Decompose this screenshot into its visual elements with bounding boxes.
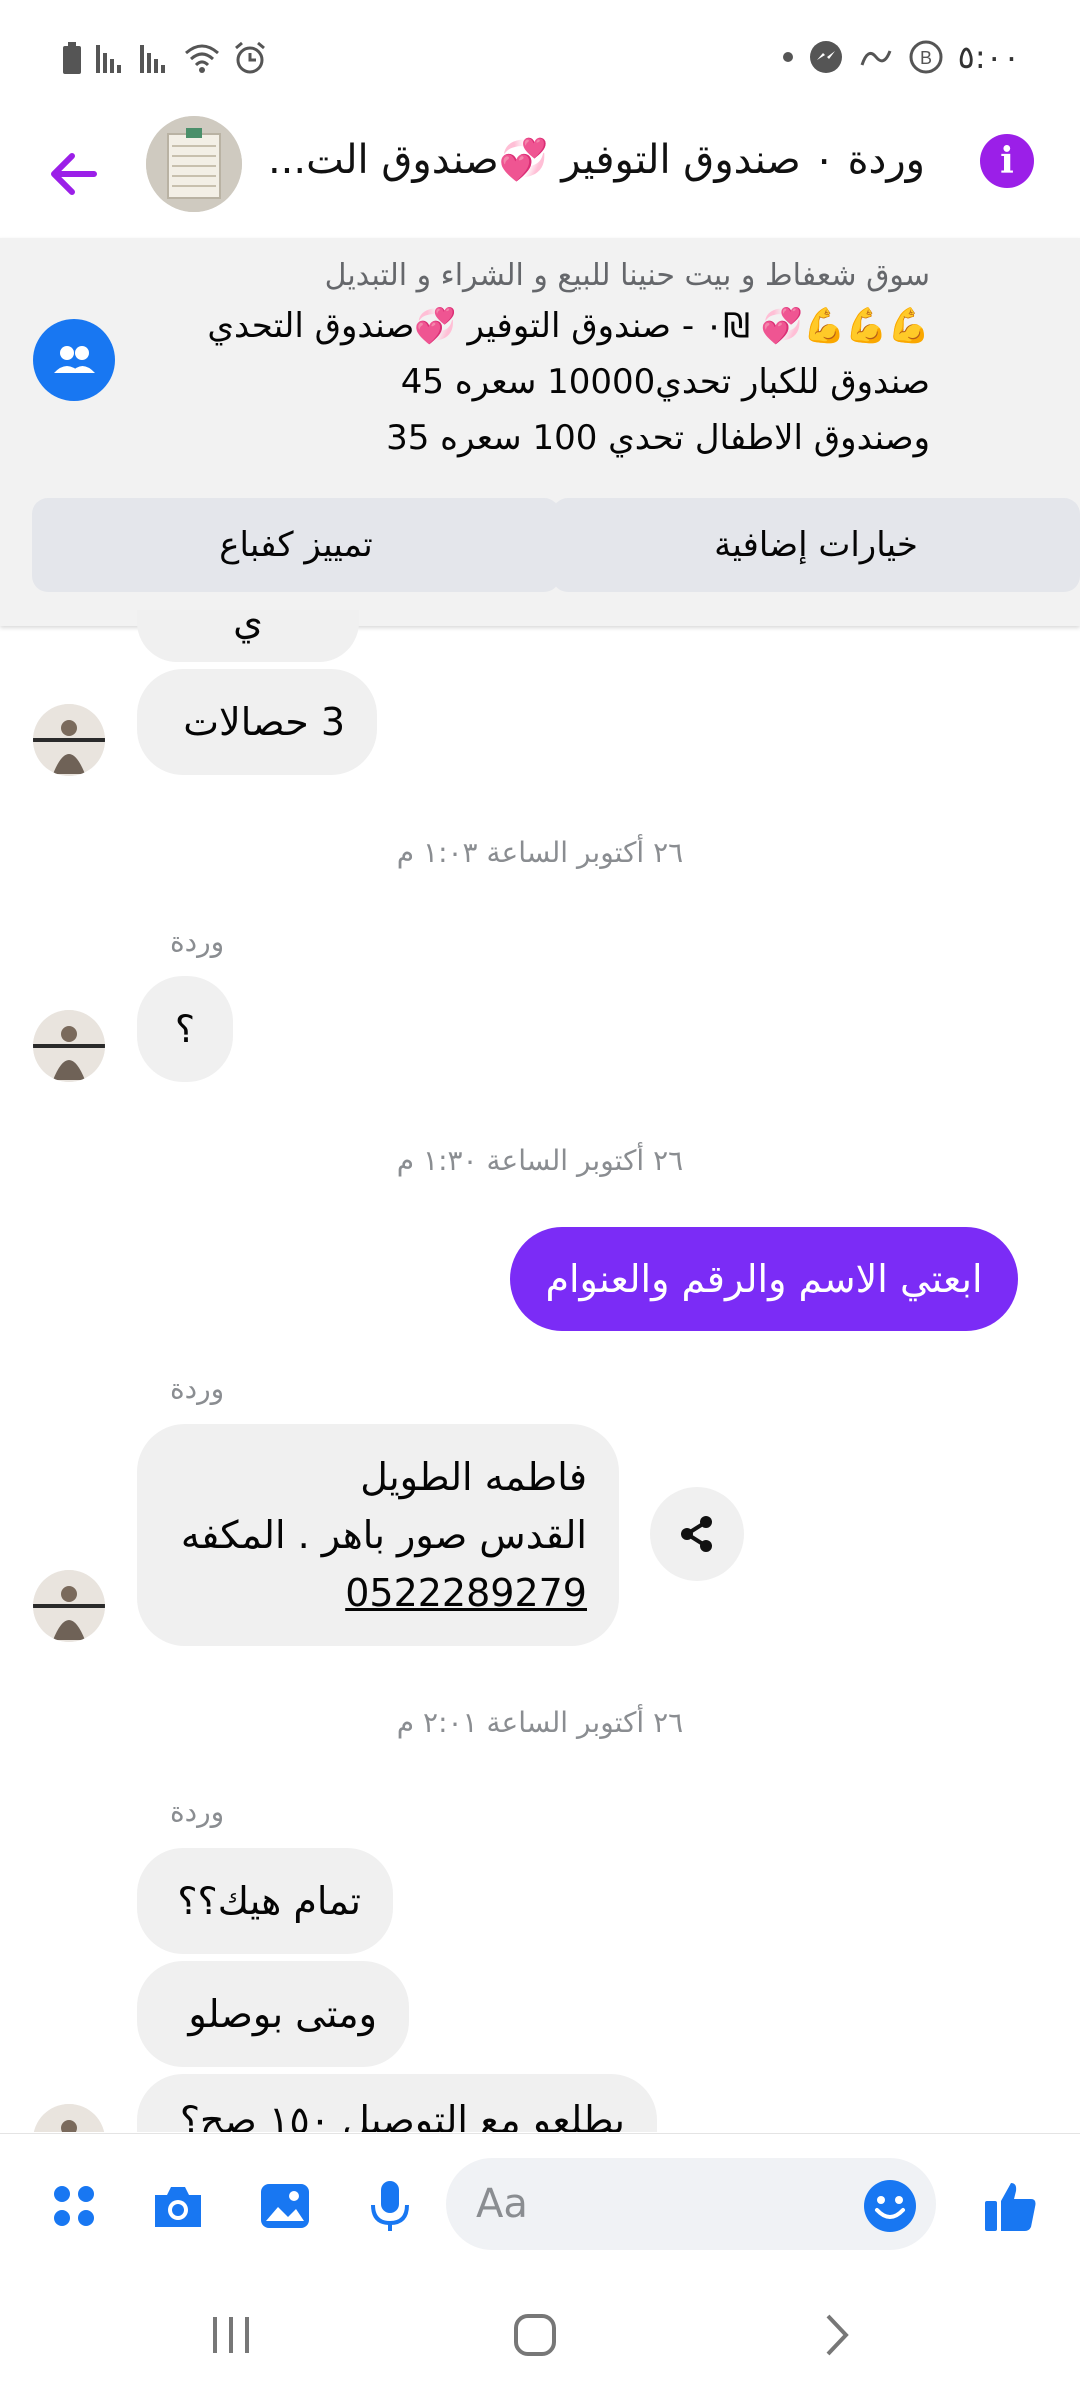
group-description-line2: وصندوق الاطفال تحدي 100 سعره 35 bbox=[386, 418, 930, 458]
whatsapp-business-icon: B bbox=[909, 40, 943, 74]
mark-sold-button[interactable]: تمييز كفباع bbox=[32, 498, 560, 592]
message-text: فاطمه الطويل bbox=[360, 1455, 587, 1499]
svg-text:B: B bbox=[920, 48, 932, 68]
status-bar: B ٥:٠٠ bbox=[0, 0, 1080, 120]
image-icon bbox=[261, 2184, 309, 2228]
share-button[interactable] bbox=[650, 1487, 744, 1581]
more-options-button[interactable]: خيارات إضافية bbox=[552, 498, 1080, 592]
like-button[interactable] bbox=[980, 2176, 1040, 2236]
message-text: ؟ bbox=[174, 1007, 196, 1051]
user-photo-icon bbox=[33, 1010, 105, 1082]
message-bubble[interactable]: بطلعو مع التوصيل ١٥٠ صح؟ bbox=[137, 2074, 657, 2132]
chevron-right-icon bbox=[826, 2314, 849, 2356]
sender-name: وردة bbox=[170, 1372, 225, 1405]
message-text: القدس صور باهر . المكفه bbox=[180, 1513, 587, 1557]
back-button[interactable] bbox=[40, 140, 108, 208]
microphone-icon bbox=[371, 2181, 409, 2231]
recent-apps-button[interactable] bbox=[196, 2305, 266, 2365]
my-message-bubble[interactable]: ابعتي الاسم والرقم والعنوام bbox=[510, 1227, 1018, 1331]
timestamp: ٢٦ أكتوبر الساعة ١:٠٣ م bbox=[396, 836, 684, 869]
group-subtitle: سوق شعفاط و بيت حنينا للبيع و الشراء و ا… bbox=[324, 258, 930, 293]
user-photo-icon bbox=[33, 704, 105, 776]
sender-name: وردة bbox=[170, 925, 225, 958]
signal-icon bbox=[96, 45, 121, 73]
message-text: بطلعو مع التوصيل ١٥٠ صح؟ bbox=[179, 2098, 625, 2132]
info-button[interactable]: i bbox=[980, 134, 1034, 188]
message-text: تمام هيك؟؟ bbox=[177, 1879, 361, 1923]
camera-icon bbox=[155, 2187, 201, 2227]
clock: ٥:٠٠ bbox=[957, 38, 1020, 76]
back-arrow-icon bbox=[51, 153, 97, 195]
status-left-icons bbox=[60, 40, 268, 76]
message-text: ي bbox=[233, 599, 263, 643]
people-icon bbox=[54, 346, 95, 373]
smiley-icon bbox=[864, 2180, 916, 2232]
timestamp: ٢٦ أكتوبر الساعة ٢:٠١ م bbox=[396, 1706, 684, 1739]
group-name: 💪💪💪💞 ₪٠ - صندوق التوفير 💞صندوق التحدي bbox=[207, 306, 930, 346]
thumbs-up-icon bbox=[985, 2183, 1036, 2231]
user-photo-icon bbox=[33, 2104, 105, 2132]
recents-icon bbox=[213, 2317, 249, 2353]
phone-number-link[interactable]: 0522289279 bbox=[169, 1564, 587, 1622]
messenger-icon bbox=[809, 41, 842, 73]
apps-grid-icon bbox=[54, 2186, 94, 2226]
battery-icon bbox=[63, 42, 81, 74]
sender-avatar[interactable] bbox=[33, 1570, 105, 1642]
home-icon bbox=[514, 2314, 556, 2356]
message-bubble[interactable]: 3 حصالات bbox=[137, 669, 377, 775]
sender-avatar[interactable] bbox=[33, 1010, 105, 1082]
back-nav-button[interactable] bbox=[802, 2305, 872, 2365]
dot-icon bbox=[782, 52, 793, 62]
user-photo-icon bbox=[33, 1570, 105, 1642]
message-bubble[interactable]: فاطمه الطويل القدس صور باهر . المكفه 052… bbox=[137, 1424, 619, 1646]
message-bubble[interactable]: ي bbox=[137, 599, 359, 662]
message-text: 3 حصالات bbox=[183, 700, 345, 744]
message-bubble[interactable]: ومتى بوصلو bbox=[137, 1961, 409, 2067]
group-icon bbox=[33, 319, 115, 401]
group-description-line1: صندوق للكبار تحدي10000 سعره 45 bbox=[400, 362, 930, 402]
message-bubble[interactable]: ؟ bbox=[137, 976, 233, 1082]
message-bubble[interactable]: تمام هيك؟؟ bbox=[137, 1848, 393, 1954]
status-right-icons: B ٥:٠٠ bbox=[782, 38, 1020, 76]
voice-button[interactable] bbox=[360, 2176, 420, 2236]
timestamp: ٢٦ أكتوبر الساعة ١:٣٠ م bbox=[396, 1144, 684, 1177]
sender-avatar[interactable] bbox=[33, 704, 105, 776]
message-text: ومتى بوصلو bbox=[188, 1992, 377, 2036]
camera-button[interactable] bbox=[148, 2176, 208, 2236]
wifi-icon bbox=[185, 44, 219, 73]
more-actions-button[interactable] bbox=[44, 2176, 104, 2236]
message-clip: بطلعو مع التوصيل ١٥٠ صح؟ bbox=[0, 2074, 1080, 2132]
home-button[interactable] bbox=[500, 2305, 570, 2365]
info-icon: i bbox=[1000, 140, 1014, 182]
emoji-button[interactable] bbox=[860, 2176, 920, 2236]
signal-icon bbox=[140, 45, 165, 73]
app-icon bbox=[860, 50, 892, 66]
sender-name: وردة bbox=[170, 1795, 225, 1828]
alarm-icon bbox=[235, 41, 265, 74]
sender-avatar[interactable] bbox=[33, 2104, 105, 2132]
chat-title[interactable]: وردة ٠ صندوق التوفير 💞صندوق الت... bbox=[225, 136, 925, 183]
share-icon bbox=[681, 1516, 712, 1552]
gallery-button[interactable] bbox=[255, 2176, 315, 2236]
